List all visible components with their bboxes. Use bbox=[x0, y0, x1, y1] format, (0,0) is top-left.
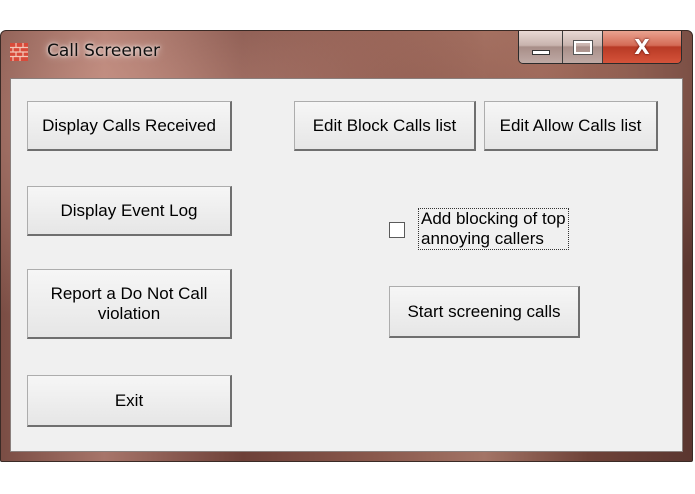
report-dnc-label-line-1: Report a Do Not Call bbox=[50, 283, 208, 303]
title-bar[interactable]: Call Screener X bbox=[1, 31, 692, 79]
caption-buttons: X bbox=[518, 31, 682, 64]
checkbox-label-line-2: annoying callers bbox=[421, 229, 544, 248]
close-icon: X bbox=[634, 35, 650, 59]
edit-block-calls-button[interactable]: Edit Block Calls list bbox=[294, 101, 476, 151]
exit-label: Exit bbox=[114, 390, 144, 410]
close-button[interactable]: X bbox=[603, 31, 681, 63]
brick-wall-icon bbox=[10, 43, 28, 61]
display-calls-received-label: Display Calls Received bbox=[42, 115, 216, 135]
start-screening-button[interactable]: Start screening calls bbox=[389, 286, 580, 338]
edit-block-calls-label: Edit Block Calls list bbox=[312, 115, 457, 135]
top-callers-checkbox-label: Add blocking of top annoying callers bbox=[418, 208, 569, 250]
display-event-log-button[interactable]: Display Event Log bbox=[27, 186, 232, 236]
minimize-button[interactable] bbox=[519, 31, 563, 63]
maximize-icon bbox=[572, 39, 593, 55]
top-callers-checkbox[interactable] bbox=[389, 222, 405, 238]
display-event-log-label: Display Event Log bbox=[60, 200, 198, 220]
checkbox-label-line-1: Add blocking of top bbox=[421, 209, 566, 228]
client-area: Display Calls Received Edit Block Calls … bbox=[10, 78, 683, 452]
report-dnc-label-line-2: violation bbox=[97, 303, 161, 323]
top-callers-checkbox-row[interactable]: Add blocking of top annoying callers bbox=[389, 208, 569, 250]
minimize-icon bbox=[531, 49, 550, 55]
start-screening-label: Start screening calls bbox=[407, 301, 561, 321]
exit-button[interactable]: Exit bbox=[27, 375, 232, 427]
display-calls-received-button[interactable]: Display Calls Received bbox=[27, 101, 232, 151]
report-dnc-violation-button[interactable]: Report a Do Not Call violation bbox=[27, 269, 232, 339]
report-dnc-label: Report a Do Not Call violation bbox=[51, 284, 208, 324]
edit-allow-calls-label: Edit Allow Calls list bbox=[499, 115, 642, 135]
edit-allow-calls-button[interactable]: Edit Allow Calls list bbox=[484, 101, 658, 151]
app-window: Call Screener X Display Calls Received E… bbox=[0, 30, 693, 462]
maximize-button[interactable] bbox=[563, 31, 603, 63]
window-title: Call Screener bbox=[47, 41, 161, 61]
